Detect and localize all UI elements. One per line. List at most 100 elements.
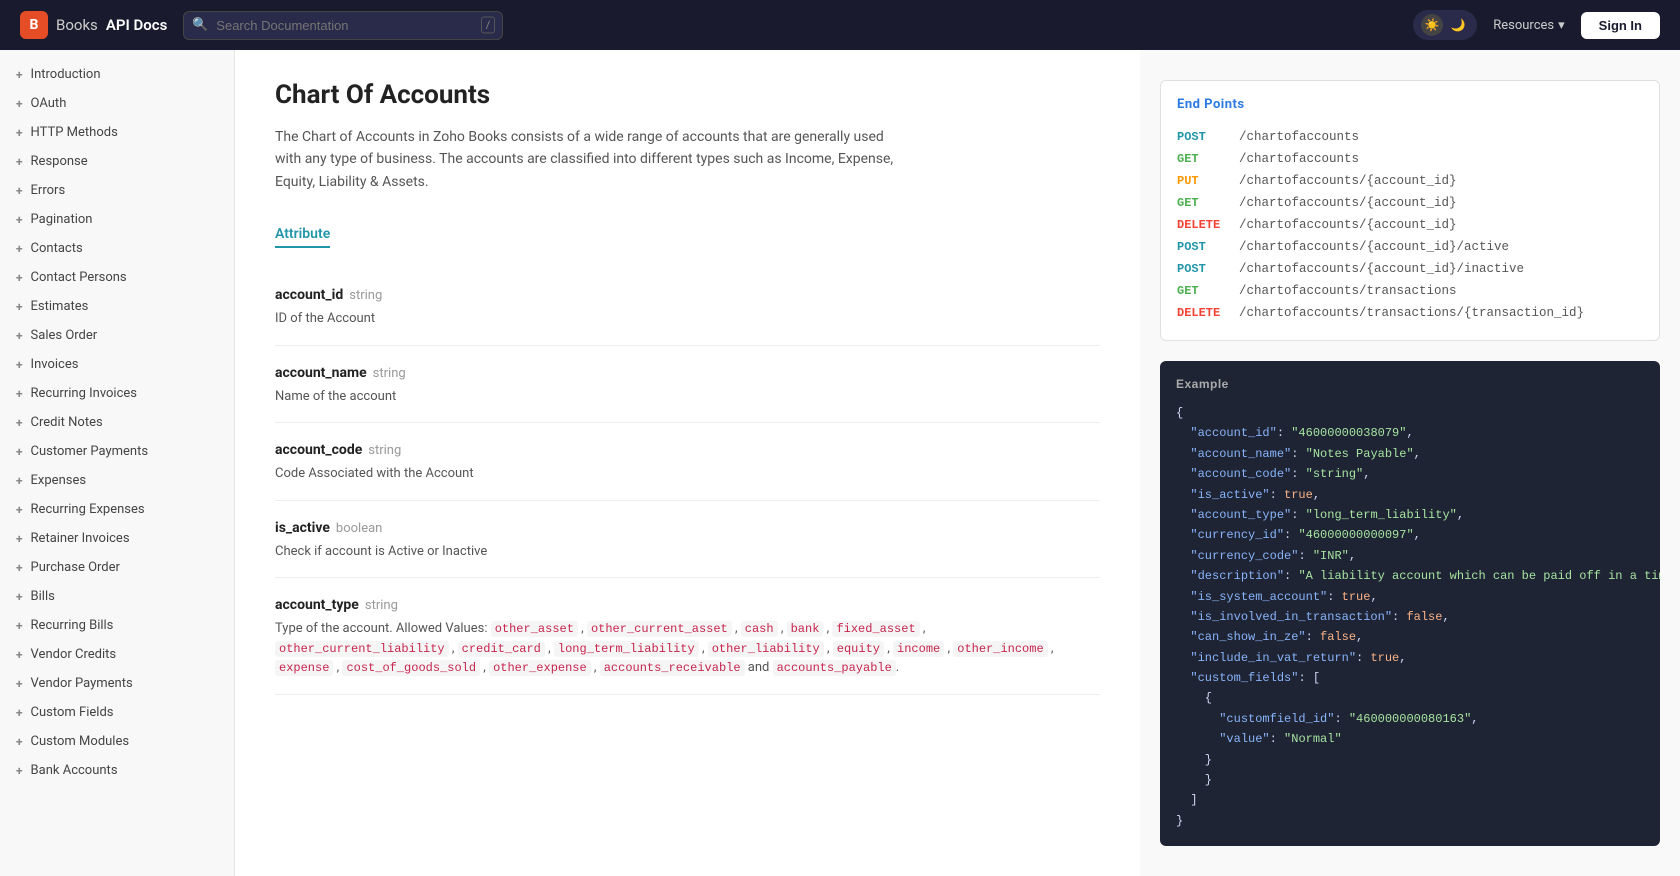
endpoint-path: /chartofaccounts/{account_id}/inactive	[1239, 262, 1524, 276]
search-container: 🔍 /	[183, 11, 503, 40]
endpoint-row[interactable]: PUT/chartofaccounts/{account_id}	[1177, 170, 1643, 192]
sidebar-item-bank-accounts[interactable]: +Bank Accounts	[0, 756, 234, 785]
sidebar-item-label: HTTP Methods	[31, 125, 118, 140]
endpoint-path: /chartofaccounts	[1239, 130, 1359, 144]
code-line: }	[1176, 750, 1644, 770]
code-line: "customfield_id": "460000000080163",	[1176, 709, 1644, 729]
endpoint-row[interactable]: POST/chartofaccounts	[1177, 126, 1643, 148]
sidebar-expand-icon: +	[16, 735, 23, 749]
layout: +Introduction+OAuth+HTTP Methods+Respons…	[0, 50, 1680, 876]
attr-type: string	[365, 598, 398, 613]
endpoint-method: GET	[1177, 196, 1227, 210]
sidebar-item-label: Introduction	[31, 67, 101, 82]
resources-chevron-icon: ▾	[1558, 18, 1565, 33]
endpoint-row[interactable]: GET/chartofaccounts	[1177, 148, 1643, 170]
sidebar-item-sales-order[interactable]: +Sales Order	[0, 321, 234, 350]
attribute-section-label: Attribute	[275, 226, 330, 248]
sidebar-item-expenses[interactable]: +Expenses	[0, 466, 234, 495]
code-line: "value": "Normal"	[1176, 729, 1644, 749]
sidebar-item-label: Estimates	[31, 299, 89, 314]
code-line: {	[1176, 403, 1644, 423]
endpoint-method: DELETE	[1177, 306, 1227, 320]
example-code: { "account_id": "46000000038079", "accou…	[1176, 403, 1644, 831]
sidebar-item-invoices[interactable]: +Invoices	[0, 350, 234, 379]
endpoints-list: POST/chartofaccountsGET/chartofaccountsP…	[1177, 126, 1643, 324]
endpoint-method: POST	[1177, 130, 1227, 144]
code-line: "account_type": "long_term_liability",	[1176, 505, 1644, 525]
endpoint-row[interactable]: POST/chartofaccounts/{account_id}/active	[1177, 236, 1643, 258]
endpoint-path: /chartofaccounts	[1239, 152, 1359, 166]
sidebar-item-oauth[interactable]: +OAuth	[0, 89, 234, 118]
sidebar-item-credit-notes[interactable]: +Credit Notes	[0, 408, 234, 437]
light-theme-button[interactable]: ☀️	[1421, 14, 1443, 36]
dark-theme-button[interactable]: 🌙	[1447, 14, 1469, 36]
attr-type: boolean	[336, 521, 382, 536]
attr-name: is_active	[275, 520, 330, 536]
sidebar-item-pagination[interactable]: +Pagination	[0, 205, 234, 234]
logo-api-label: API Docs	[106, 16, 167, 34]
attr-name: account_code	[275, 442, 362, 458]
attr-type: string	[349, 288, 382, 303]
sidebar-item-recurring-invoices[interactable]: +Recurring Invoices	[0, 379, 234, 408]
sidebar-expand-icon: +	[16, 619, 23, 633]
code-line: "is_system_account": true,	[1176, 587, 1644, 607]
endpoint-row[interactable]: DELETE/chartofaccounts/transactions/{tra…	[1177, 302, 1643, 324]
sidebar-item-estimates[interactable]: + Estimates	[0, 292, 234, 321]
sidebar-item-errors[interactable]: +Errors	[0, 176, 234, 205]
logo-app-name: Books	[56, 16, 98, 34]
sidebar-item-purchase-order[interactable]: +Purchase Order	[0, 553, 234, 582]
signin-button[interactable]: Sign In	[1581, 12, 1660, 39]
endpoint-method: GET	[1177, 152, 1227, 166]
sidebar-item-introduction[interactable]: +Introduction	[0, 60, 234, 89]
code-line: "currency_id": "46000000000097",	[1176, 525, 1644, 545]
search-icon: 🔍	[192, 18, 208, 33]
endpoint-row[interactable]: GET/chartofaccounts/transactions	[1177, 280, 1643, 302]
attr-description: Name of the account	[275, 387, 1100, 407]
sidebar-item-contacts[interactable]: + Contacts	[0, 234, 234, 263]
sidebar-expand-icon: +	[16, 242, 23, 256]
sidebar-item-vendor-payments[interactable]: +Vendor Payments	[0, 669, 234, 698]
resources-button[interactable]: Resources ▾	[1493, 18, 1564, 33]
sidebar-expand-icon: +	[16, 126, 23, 140]
attribute-account_name: account_name string Name of the account	[275, 346, 1100, 424]
example-title: Example	[1176, 377, 1644, 391]
endpoint-method: POST	[1177, 240, 1227, 254]
sidebar-item-label: Contacts	[31, 241, 83, 256]
sidebar-item-customer-payments[interactable]: + Customer Payments	[0, 437, 234, 466]
endpoint-row[interactable]: GET/chartofaccounts/{account_id}	[1177, 192, 1643, 214]
sidebar-expand-icon: +	[16, 561, 23, 575]
sidebar-item-custom-modules[interactable]: + Custom Modules	[0, 727, 234, 756]
endpoints-box: End Points POST/chartofaccountsGET/chart…	[1160, 80, 1660, 341]
sidebar-item-vendor-credits[interactable]: +Vendor Credits	[0, 640, 234, 669]
sidebar-expand-icon: +	[16, 706, 23, 720]
sidebar-item-retainer-invoices[interactable]: +Retainer Invoices	[0, 524, 234, 553]
sidebar-item-custom-fields[interactable]: + Custom Fields	[0, 698, 234, 727]
sidebar-item-http-methods[interactable]: + HTTP Methods	[0, 118, 234, 147]
sidebar-expand-icon: +	[16, 358, 23, 372]
sidebar-item-label: Custom Modules	[31, 734, 130, 749]
search-input[interactable]	[183, 11, 503, 40]
attr-type: string	[373, 366, 406, 381]
sidebar-item-recurring-expenses[interactable]: +Recurring Expenses	[0, 495, 234, 524]
attr-description: Code Associated with the Account	[275, 464, 1100, 484]
sidebar-item-recurring-bills[interactable]: + Recurring Bills	[0, 611, 234, 640]
sidebar-expand-icon: +	[16, 445, 23, 459]
page-title: Chart Of Accounts	[275, 80, 1100, 110]
sidebar-item-contact-persons[interactable]: +Contact Persons	[0, 263, 234, 292]
endpoint-row[interactable]: POST/chartofaccounts/{account_id}/inacti…	[1177, 258, 1643, 280]
sidebar-item-label: Custom Fields	[31, 705, 114, 720]
sidebar-item-label: Recurring Bills	[31, 618, 114, 633]
sidebar-item-label: Response	[31, 154, 88, 169]
endpoint-path: /chartofaccounts/{account_id}	[1239, 196, 1457, 210]
endpoint-row[interactable]: DELETE/chartofaccounts/{account_id}	[1177, 214, 1643, 236]
attribute-account_type: account_typestringType of the account. A…	[275, 578, 1100, 695]
attr-name: account_name	[275, 365, 367, 381]
endpoint-method: POST	[1177, 262, 1227, 276]
sidebar-item-label: Customer Payments	[31, 444, 149, 459]
sidebar-item-bills[interactable]: +Bills	[0, 582, 234, 611]
resources-label: Resources	[1493, 18, 1554, 33]
sidebar-item-response[interactable]: +Response	[0, 147, 234, 176]
code-line: "account_id": "46000000038079",	[1176, 423, 1644, 443]
sidebar-expand-icon: +	[16, 300, 23, 314]
endpoint-path: /chartofaccounts/{account_id}/active	[1239, 240, 1509, 254]
